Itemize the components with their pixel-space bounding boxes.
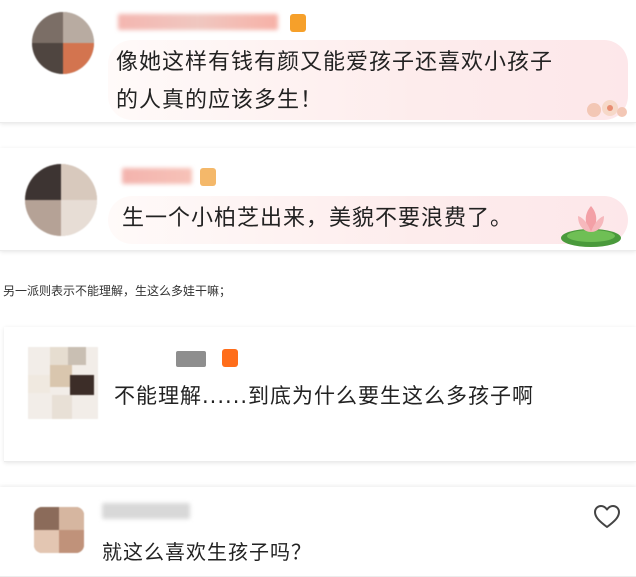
user-avatar[interactable]: [25, 164, 97, 236]
comment-card-2: 生一个小柏芝出来，美貌不要浪费了。: [0, 148, 636, 251]
vip-badge-icon: [290, 14, 306, 32]
heart-outline-icon[interactable]: [594, 505, 620, 529]
username-blurred[interactable]: [176, 351, 206, 367]
vip-badge-icon: [200, 168, 216, 186]
article-caption: 另一派则表示不能理解，生这么多娃干嘛；: [3, 284, 232, 298]
comment-text: 不能理解......到底为什么要生这么多孩子啊: [114, 384, 535, 408]
user-avatar[interactable]: [32, 12, 94, 74]
username-blurred[interactable]: [118, 14, 278, 30]
comment-text-line2: 的人真的应该多生！: [116, 88, 324, 113]
flower-decoration-icon: [587, 100, 627, 117]
comment-card-4: 就这么喜欢生孩子吗？: [0, 487, 636, 577]
user-avatar[interactable]: [34, 507, 84, 553]
comment-text: 就这么喜欢生孩子吗？: [102, 540, 312, 564]
vip-badge-icon: [222, 349, 238, 367]
username-blurred[interactable]: [122, 168, 192, 184]
comment-text-line1: 像她这样有钱有颜又能爱孩子还喜欢小孩子: [116, 50, 554, 75]
user-avatar[interactable]: [28, 347, 98, 419]
comment-card-3: 不能理解......到底为什么要生这么多孩子啊: [4, 327, 636, 462]
lotus-sticker-icon: [561, 206, 621, 247]
username-blurred[interactable]: [102, 503, 190, 519]
comment-card-1: 像她这样有钱有颜又能爱孩子还喜欢小孩子 的人真的应该多生！: [0, 0, 636, 123]
comment-text: 生一个小柏芝出来，美貌不要浪费了。: [122, 206, 514, 231]
